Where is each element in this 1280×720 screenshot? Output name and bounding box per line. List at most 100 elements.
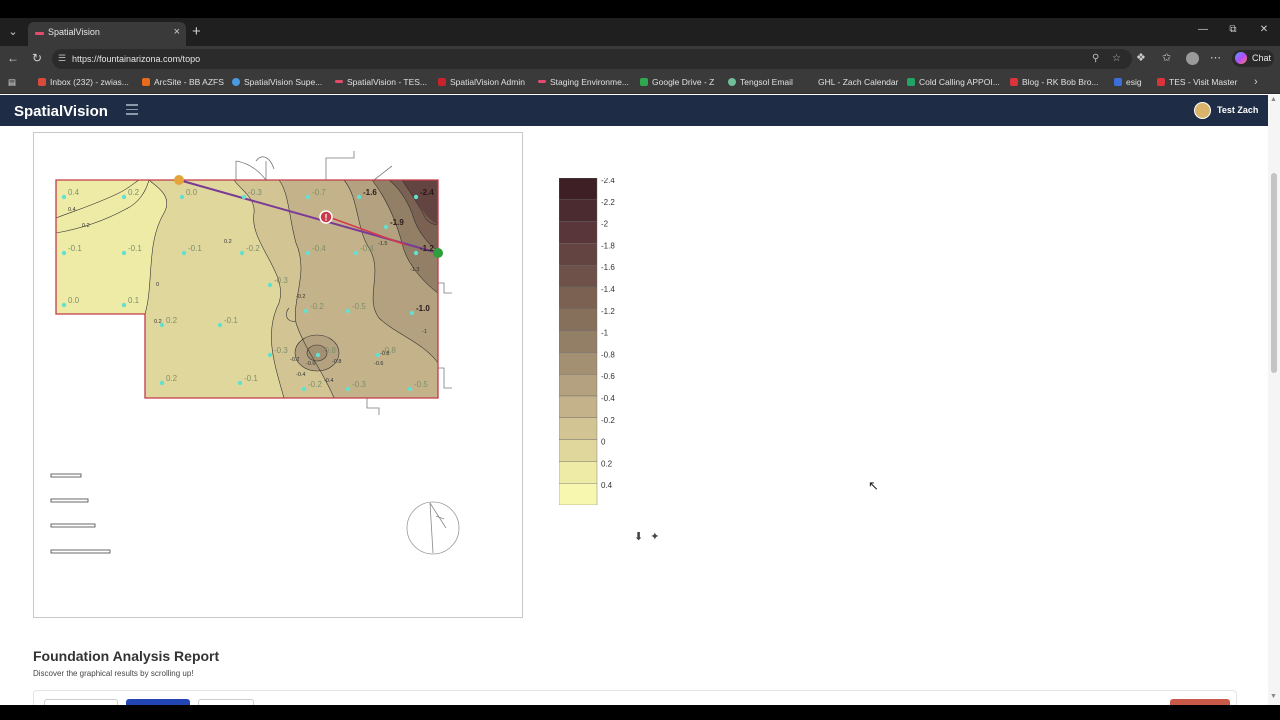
favorites-icon[interactable]: ✩ [1162,51,1171,64]
measurement-point[interactable] [305,194,311,200]
measurement-point[interactable] [409,310,415,316]
measurement-point[interactable] [315,352,321,358]
hamburger-menu-icon[interactable] [126,104,138,115]
user-name[interactable]: Test Zach [1217,105,1258,115]
measurement-point[interactable] [241,194,247,200]
measurement-value: -0.3 [274,346,288,355]
page-scrollbar[interactable]: ▲ ▼ [1268,95,1280,705]
legend-label: -1 [601,329,609,338]
bookmark-item[interactable]: Google Drive - Z [640,77,714,87]
bookmark-item[interactable]: esig [1114,77,1142,87]
scroll-down-icon[interactable]: ▼ [1270,693,1277,700]
topo-map-panel[interactable]: ! 0.4 0.2 0.0 -0.3 -0.7 -1.6 -2.4 -1.9 -0.1 -0.1 -… [33,132,523,618]
back-icon[interactable]: ← [5,51,21,65]
measurement-point[interactable] [159,380,165,386]
tab-list-chevron-icon[interactable]: ⌄ [4,23,22,41]
bookmark-item[interactable]: TES - Visit Master [1157,77,1237,87]
bookmark-item[interactable]: GHL - Zach Calendar [818,77,898,87]
bookmark-item[interactable]: Staging Environme... [538,77,629,87]
measurement-point[interactable] [121,302,127,308]
legend-swatch [558,352,598,375]
bookmark-label: TES - Visit Master [1169,77,1238,87]
measurement-point[interactable] [345,386,351,392]
measurement-value: -0.3 [248,188,262,197]
contour-label: -0.2 [290,357,299,363]
collapse-icon[interactable]: ✦ [650,531,659,543]
measurement-value: -2.4 [420,188,434,197]
bookmark-item[interactable]: SpatialVision Supe... [232,77,322,87]
measurement-point[interactable] [413,194,419,200]
legend-label: -1.2 [601,307,615,316]
measurement-point[interactable] [353,250,359,256]
profile-start-handle[interactable] [174,175,184,185]
legend-label: -0.6 [601,372,615,381]
bookmark-item[interactable]: Inbox (232) - zwias... [38,77,129,87]
tab-spatialvision[interactable]: SpatialVision × [28,22,186,46]
avatar[interactable] [1194,102,1211,119]
window-close-icon[interactable]: ✕ [1257,24,1271,35]
measurement-point[interactable] [179,194,185,200]
measurement-point[interactable] [345,308,351,314]
scrollbar-thumb[interactable] [1271,173,1277,373]
favorite-star-icon[interactable]: ☆ [1112,53,1121,64]
measurement-value: -1.6 [363,188,377,197]
contour-label: 0 [156,282,159,288]
measurement-point[interactable] [239,250,245,256]
measurement-point[interactable] [305,250,311,256]
site-info-icon[interactable]: ☰ [58,53,66,64]
tengsol-icon [728,78,736,86]
measurement-value: -0.1 [68,244,82,253]
bookmarks-menu-icon[interactable]: ▤ [8,77,16,88]
more-options-icon[interactable]: ⋯ [1210,51,1221,64]
measurement-point[interactable] [303,308,309,314]
bookmark-item[interactable]: Cold Calling APPOI... [907,77,1000,87]
legend-label: -2 [601,220,609,229]
measurement-point[interactable] [61,194,67,200]
profile-end-handle[interactable] [433,248,443,258]
legend-label: -1.6 [601,263,615,272]
bookmark-item[interactable]: SpatialVision - TES... [335,77,427,87]
extensions-icon[interactable]: ❖ [1136,51,1146,64]
bookmark-item[interactable]: SpatialVision Admin [438,77,525,87]
measurement-point[interactable] [61,250,67,256]
copilot-chat-button[interactable]: Chat [1232,50,1274,67]
measurement-point[interactable] [301,386,307,392]
topo-map[interactable]: ! 0.4 0.2 0.0 -0.3 -0.7 -1.6 -2.4 -1.9 -0.1 -0.1 -… [34,133,524,619]
zoom-icon[interactable]: ⚲ [1092,53,1099,64]
measurement-value: 0.2 [128,188,140,197]
bookmarks-overflow-chevron-icon[interactable]: › [1254,76,1258,88]
measurement-point[interactable] [121,250,127,256]
measurement-point[interactable] [413,250,419,256]
measurement-point[interactable] [217,322,223,328]
scroll-up-icon[interactable]: ▲ [1270,96,1277,103]
minimize-icon[interactable]: — [1196,24,1210,35]
measurement-point[interactable] [383,224,389,230]
tab-close-icon[interactable]: × [174,26,180,38]
admin-icon [438,78,446,86]
bookmark-item[interactable]: Blog - RK Bob Bro... [1010,77,1099,87]
contour-label: -0.2 [296,294,305,300]
north-arrow-icon [406,501,460,555]
measurement-point[interactable] [267,352,273,358]
profile-icon[interactable] [1186,52,1199,65]
measurement-point[interactable] [181,250,187,256]
bookmark-item[interactable]: Tengsol Email [728,77,793,87]
measurement-point[interactable] [267,282,273,288]
bookmark-item[interactable]: ArcSite - BB AZFS [142,77,224,87]
measurement-point[interactable] [356,194,362,200]
measurement-point[interactable] [407,386,413,392]
download-icon[interactable]: ⬇ [634,531,643,543]
url-input[interactable]: ☰ https://fountainarizona.com/topo ⚲ ☆ [52,49,1132,69]
measurement-point[interactable] [121,194,127,200]
restore-icon[interactable]: ⧉ [1226,24,1240,35]
scale-bar [50,473,82,478]
contour-label: -0.4 [296,372,305,378]
new-tab-icon[interactable]: + [192,23,201,40]
measurement-value: -1.0 [416,304,430,313]
brand-logo[interactable]: SpatialVision [14,103,108,120]
scale-bar [50,549,111,554]
measurement-value: -0.1 [224,316,238,325]
measurement-point[interactable] [61,302,67,308]
measurement-point[interactable] [237,380,243,386]
reload-icon[interactable]: ↻ [29,51,45,65]
